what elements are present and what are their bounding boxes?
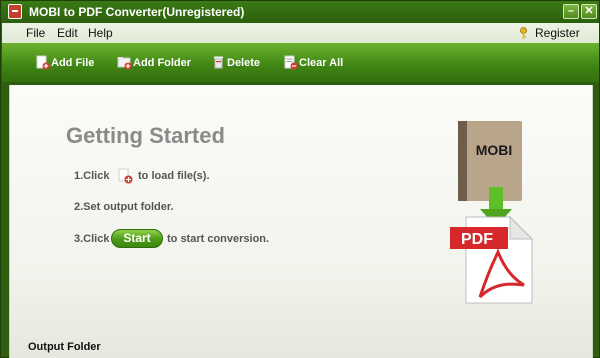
- close-button[interactable]: ✕: [581, 4, 597, 19]
- toolbar: Add File Add Folder Delete Clear All: [2, 43, 599, 83]
- step3-suffix: to start conversion.: [167, 233, 270, 245]
- menu-bar: File Edit Help Register: [2, 23, 599, 43]
- add-folder-icon: [117, 57, 132, 70]
- output-folder-label: Output Folder: [28, 341, 101, 353]
- delete-label: Delete: [227, 57, 261, 69]
- trash-icon: [214, 56, 223, 69]
- step2-text: 2.Set output folder.: [74, 201, 174, 213]
- down-arrow-icon: [489, 187, 503, 211]
- pdf-label: PDF: [461, 231, 493, 248]
- add-file-icon[interactable]: [116, 167, 134, 185]
- key-icon: [520, 27, 527, 39]
- title-bar[interactable]: MOBI to PDF Converter(Unregistered) – ✕: [1, 1, 599, 23]
- menu-edit[interactable]: Edit: [57, 26, 78, 40]
- app-window: MOBI to PDF Converter(Unregistered) – ✕ …: [0, 0, 600, 358]
- getting-started-panel: Getting Started 1.Click to load file(s).…: [9, 85, 593, 358]
- add-file-label: Add File: [51, 57, 95, 69]
- start-button[interactable]: Start: [111, 229, 163, 248]
- clear-all-label: Clear All: [299, 57, 344, 69]
- step1-text: 1.Click: [74, 170, 110, 182]
- menu-file[interactable]: File: [26, 26, 45, 40]
- step1-suffix: to load file(s).: [138, 170, 210, 182]
- mobi-to-pdf-illustration: MOBI PDF: [450, 121, 534, 304]
- window-title: MOBI to PDF Converter(Unregistered): [29, 5, 245, 19]
- minimize-button[interactable]: –: [563, 4, 579, 19]
- add-file-icon: [36, 55, 50, 70]
- step3-text: 3.Click: [74, 233, 110, 245]
- book-label: MOBI: [476, 142, 513, 158]
- menu-help[interactable]: Help: [88, 26, 113, 40]
- clear-list-icon: [284, 55, 298, 70]
- register-link[interactable]: Register: [535, 26, 580, 40]
- add-folder-label: Add Folder: [133, 57, 192, 69]
- page-title: Getting Started: [66, 123, 225, 148]
- app-icon: [8, 4, 22, 19]
